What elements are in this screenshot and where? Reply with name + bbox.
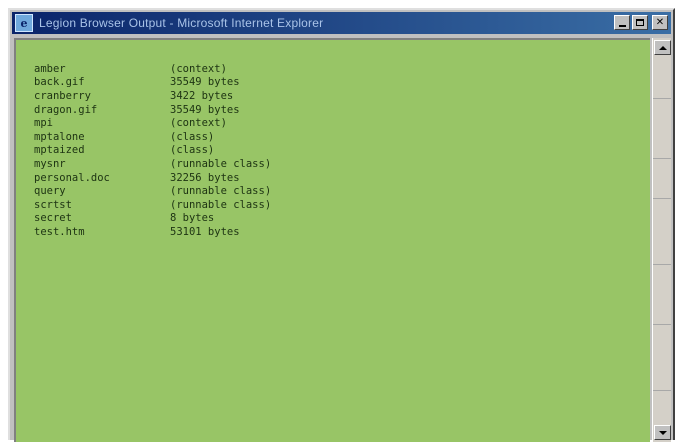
file-info: (class) [170,144,215,157]
file-name: mysnr [34,157,66,170]
scroll-track-divider [653,98,671,99]
file-name: cranberry [34,89,91,102]
file-name: query [34,185,66,198]
title-bar[interactable]: e Legion Browser Output - Microsoft Inte… [12,12,671,34]
list-item: dragon.gif 35549 bytes [34,103,650,117]
scroll-track-divider [653,264,671,265]
arrow-up-icon [658,45,667,50]
file-info: 32256 bytes [170,171,240,184]
file-info: 8 bytes [170,212,215,225]
vertical-scrollbar[interactable] [652,38,671,442]
file-name: mpi [34,117,53,130]
file-info: (class) [170,130,215,143]
file-info: 35549 bytes [170,103,240,116]
caption-buttons: ✕ [614,15,668,30]
file-info: (runnable class) [170,185,272,198]
maximize-icon [636,19,644,26]
list-item: back.gif 35549 bytes [34,76,650,90]
maximize-button[interactable] [632,15,648,30]
file-info: (context) [170,62,227,75]
file-name: amber [34,62,66,75]
file-info: (runnable class) [170,198,272,211]
file-name: personal.doc [34,171,110,184]
scroll-track-divider [653,390,671,391]
list-item: query (runnable class) [34,184,650,198]
scroll-track-divider [653,198,671,199]
file-info: (context) [170,117,227,130]
minimize-icon [618,25,626,27]
arrow-down-icon [658,430,667,435]
file-info: 53101 bytes [170,225,240,238]
list-item: mptaized (class) [34,144,650,158]
file-name: dragon.gif [34,103,98,116]
close-button[interactable]: ✕ [652,15,668,30]
file-name: mptalone [34,130,85,143]
file-info: 35549 bytes [170,76,240,89]
list-item: mptalone (class) [34,130,650,144]
file-name: scrtst [34,198,72,211]
output-content: amber (context) back.gif 35549 bytes cranber… [14,38,650,442]
list-item: cranberry 3422 bytes [34,89,650,103]
file-name: back.gif [34,76,85,89]
list-item: mysnr (runnable class) [34,157,650,171]
scroll-down-button[interactable] [654,425,671,440]
file-name: secret [34,212,72,225]
list-item: personal.doc 32256 bytes [34,171,650,185]
window-title: Legion Browser Output - Microsoft Intern… [39,16,324,30]
file-name: test.htm [34,225,85,238]
list-item: amber (context) [34,62,650,76]
scroll-track-divider [653,158,671,159]
list-item: mpi (context) [34,116,650,130]
file-info: (runnable class) [170,157,272,170]
close-icon: ✕ [655,16,665,28]
list-item: test.htm 53101 bytes [34,225,650,239]
file-name: mptaized [34,144,85,157]
file-info: 3422 bytes [170,89,234,102]
internet-explorer-icon[interactable]: e [15,14,33,32]
minimize-button[interactable] [614,15,630,30]
list-item: secret 8 bytes [34,212,650,226]
list-item: scrtst (runnable class) [34,198,650,212]
browser-window: e Legion Browser Output - Microsoft Inte… [8,8,675,442]
scroll-track-divider [653,324,671,325]
scroll-up-button[interactable] [654,40,671,55]
